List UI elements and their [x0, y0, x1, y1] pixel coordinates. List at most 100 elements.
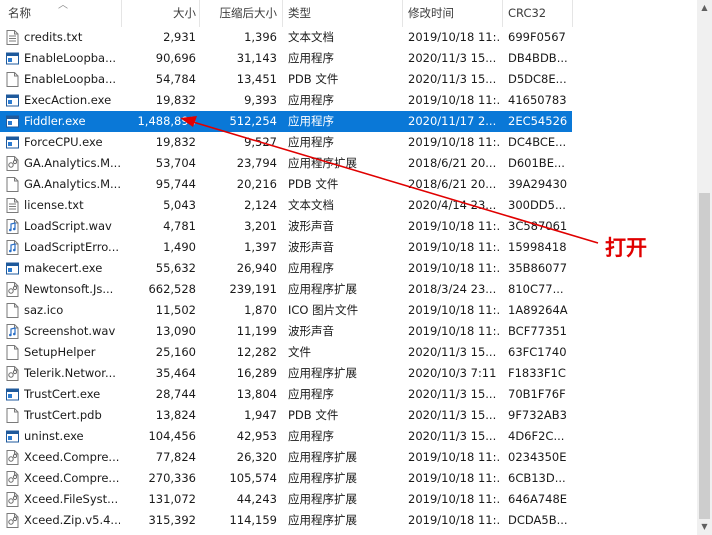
file-type: 应用程序扩展	[288, 366, 357, 380]
column-name[interactable]: 名称	[8, 0, 31, 27]
table-row[interactable]: Newtonsoft.Js... 662,528 239,191 应用程序扩展 2018…	[0, 279, 572, 300]
column-divider[interactable]	[282, 0, 283, 27]
dll-icon	[6, 471, 19, 486]
dll-icon	[6, 450, 19, 465]
file-size: 4,781	[163, 219, 196, 233]
file-type: 波形声音	[288, 240, 334, 254]
file-name: Xceed.Zip.v5.4...	[24, 513, 120, 527]
file-name: license.txt	[24, 198, 84, 212]
file-name: credits.txt	[24, 30, 83, 44]
file-type: 应用程序扩展	[288, 492, 357, 506]
file-size: 11,502	[155, 303, 196, 317]
column-crc[interactable]: CRC32	[508, 0, 546, 27]
file-name: saz.ico	[24, 303, 64, 317]
file-name: ExecAction.exe	[24, 93, 112, 107]
file-crc: 646A748E	[508, 492, 568, 506]
file-compressed-size: 26,940	[236, 261, 277, 275]
column-compressed[interactable]: 压缩后大小	[200, 0, 278, 27]
file-crc: F1833F1C	[508, 366, 566, 380]
file-name: makecert.exe	[24, 261, 103, 275]
table-row[interactable]: SetupHelper 25,160 12,282 文件 2020/11/3 15...…	[0, 342, 572, 363]
file-size: 1,488,896	[137, 114, 196, 128]
file-crc: 1A89264A	[508, 303, 568, 317]
table-row[interactable]: LoadScriptErro... 1,490 1,397 波形声音 2019/10/1…	[0, 237, 572, 258]
file-type: ICO 图片文件	[288, 303, 359, 317]
file-type: 应用程序扩展	[288, 156, 357, 170]
table-row[interactable]: makecert.exe 55,632 26,940 应用程序 2019/10/18 1…	[0, 258, 572, 279]
table-row[interactable]: LoadScript.wav 4,781 3,201 波形声音 2019/10/18 1…	[0, 216, 572, 237]
dll-icon	[6, 366, 19, 381]
file-type: PDB 文件	[288, 177, 339, 191]
file-crc: DCDA5B...	[508, 513, 568, 527]
table-row[interactable]: Xceed.Zip.v5.4... 315,392 114,159 应用程序扩展 201…	[0, 510, 572, 531]
scrollbar-thumb[interactable]	[699, 193, 710, 519]
file-name: Xceed.FileSyst...	[24, 492, 119, 506]
table-row[interactable]: Screenshot.wav 13,090 11,199 波形声音 2019/10/18…	[0, 321, 572, 342]
column-type[interactable]: 类型	[288, 0, 311, 27]
table-row[interactable]: GA.Analytics.M... 53,704 23,794 应用程序扩展 2018/…	[0, 153, 572, 174]
sort-arrow-icon: ︿	[58, 0, 68, 11]
column-divider[interactable]	[502, 0, 503, 27]
file-crc: 6CB13D...	[508, 471, 566, 485]
file-compressed-size: 26,320	[236, 450, 277, 464]
table-row[interactable]: Xceed.Compre... 77,824 26,320 应用程序扩展 2019/10…	[0, 447, 572, 468]
table-row[interactable]: GA.Analytics.M... 95,744 20,216 PDB 文件 2018/…	[0, 174, 572, 195]
file-type: PDB 文件	[288, 408, 339, 422]
column-crc-label: CRC32	[508, 6, 547, 20]
column-size[interactable]: 大小	[122, 0, 196, 27]
column-modified[interactable]: 修改时间	[408, 0, 454, 27]
table-row[interactable]: TrustCert.exe 28,744 13,804 应用程序 2020/11/3 1…	[0, 384, 572, 405]
file-modified: 2019/10/18 11:...	[408, 450, 500, 464]
file-size: 19,832	[155, 135, 196, 149]
blank-file-icon	[6, 72, 19, 87]
table-row[interactable]: Xceed.Compre... 270,336 105,574 应用程序扩展 2019/…	[0, 468, 572, 489]
file-type: 文本文档	[288, 198, 334, 212]
table-row[interactable]: credits.txt 2,931 1,396 文本文档 2019/10/18 11:.…	[0, 27, 572, 48]
file-modified: 2020/4/14 23...	[408, 198, 497, 212]
file-modified: 2020/11/3 15...	[408, 408, 497, 422]
table-row[interactable]: ForceCPU.exe 19,832 9,527 应用程序 2019/10/18 11…	[0, 132, 572, 153]
column-divider[interactable]	[572, 0, 573, 27]
file-compressed-size: 512,254	[229, 114, 277, 128]
file-modified: 2018/3/24 23...	[408, 282, 497, 296]
table-row[interactable]: ExecAction.exe 19,832 9,393 应用程序 2019/10/18 …	[0, 90, 572, 111]
table-row[interactable]: saz.ico 11,502 1,870 ICO 图片文件 2019/10/18 11:…	[0, 300, 572, 321]
file-modified: 2020/10/3 7:11	[408, 366, 497, 380]
file-type: 波形声音	[288, 324, 334, 338]
scroll-down-icon[interactable]: ▼	[697, 519, 712, 535]
table-row[interactable]: uninst.exe 104,456 42,953 应用程序 2020/11/3 15.…	[0, 426, 572, 447]
app-icon	[6, 387, 19, 402]
table-row-selected[interactable]: Fiddler.exe 1,488,896 512,254 应用程序 2020/11/1…	[0, 111, 572, 132]
file-size: 90,696	[155, 51, 196, 65]
table-row[interactable]: Xceed.FileSyst... 131,072 44,243 应用程序扩展 2019…	[0, 489, 572, 510]
file-size: 19,832	[155, 93, 196, 107]
file-crc: BCF77351	[508, 324, 567, 338]
vertical-scrollbar[interactable]: ▲ ▼	[697, 0, 712, 535]
file-type: 应用程序	[288, 429, 334, 443]
column-divider[interactable]	[402, 0, 403, 27]
table-row[interactable]: license.txt 5,043 2,124 文本文档 2020/4/14 23...…	[0, 195, 572, 216]
file-crc: 39A29430	[508, 177, 568, 191]
file-type: 应用程序	[288, 114, 334, 128]
table-row[interactable]: Telerik.Networ... 35,464 16,289 应用程序扩展 2020/…	[0, 363, 572, 384]
file-crc: D5DC8E...	[508, 72, 567, 86]
table-row[interactable]: TrustCert.pdb 13,824 1,947 PDB 文件 2020/11/3 …	[0, 405, 572, 426]
file-size: 95,744	[155, 177, 196, 191]
file-name: LoadScriptErro...	[24, 240, 120, 254]
file-compressed-size: 105,574	[229, 471, 277, 485]
table-row[interactable]: EnableLoopba... 90,696 31,143 应用程序 2020/11/3…	[0, 48, 572, 69]
file-crc: DC4BCE...	[508, 135, 567, 149]
file-modified: 2019/10/18 11:...	[408, 303, 500, 317]
file-type: 应用程序扩展	[288, 450, 357, 464]
file-size: 1,490	[163, 240, 196, 254]
file-compressed-size: 239,191	[229, 282, 277, 296]
file-crc: 300DD5...	[508, 198, 566, 212]
table-row[interactable]: EnableLoopba... 54,784 13,451 PDB 文件 2020/11…	[0, 69, 572, 90]
dll-icon	[6, 156, 19, 171]
scroll-up-icon[interactable]: ▲	[697, 0, 712, 16]
file-compressed-size: 1,870	[244, 303, 277, 317]
file-modified: 2020/11/3 15...	[408, 51, 497, 65]
file-name: TrustCert.exe	[24, 387, 101, 401]
file-size: 5,043	[163, 198, 196, 212]
file-type: 应用程序扩展	[288, 471, 357, 485]
